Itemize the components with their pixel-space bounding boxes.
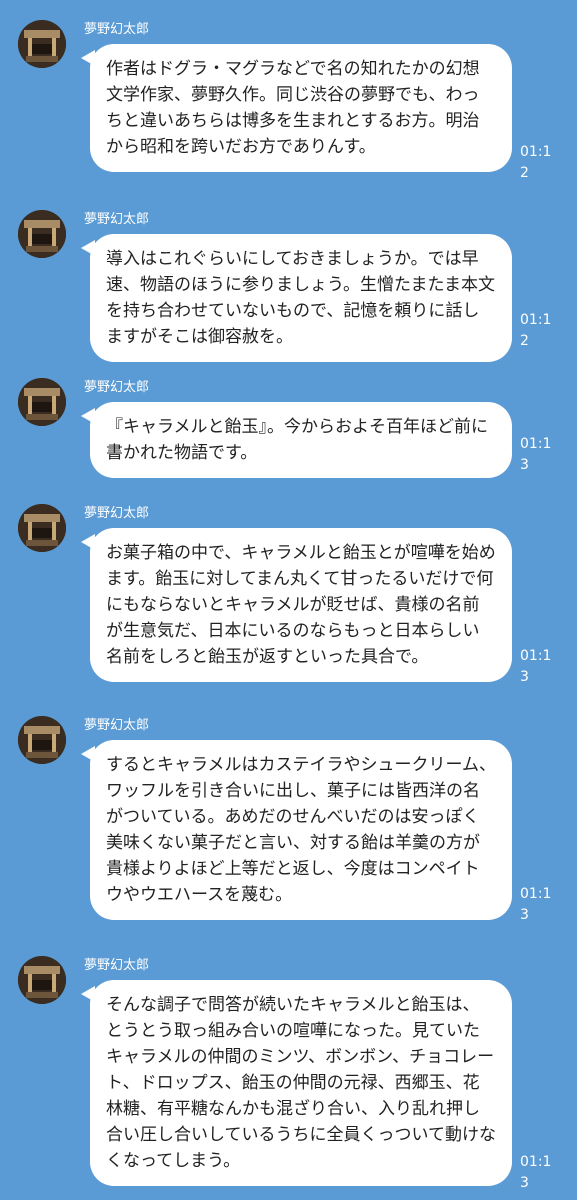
message-time: 01:13 bbox=[520, 648, 552, 685]
avatar[interactable] bbox=[18, 956, 66, 1004]
message-bubble: 『キャラメルと飴玉』。今からおよそ百年ほど前に書かれた物語です。 bbox=[81, 402, 512, 478]
message-time: 01:12 bbox=[520, 144, 552, 181]
message-time: 01:12 bbox=[520, 312, 552, 349]
message-bubble: 作者はドグラ・マグラなどで名の知れたかの幻想文学作家、夢野久作。同じ渋谷の夢野で… bbox=[81, 44, 512, 172]
message-bubble: するとキャラメルはカステイラやシュークリーム、ワッフルを引き合いに出し、菓子には… bbox=[81, 740, 512, 920]
sender-name: 夢野幻太郎 bbox=[84, 212, 150, 227]
message-time: 01:13 bbox=[520, 886, 552, 923]
sender-name: 夢野幻太郎 bbox=[84, 22, 150, 37]
message-bubble: お菓子箱の中で、キャラメルと飴玉とが喧嘩を始めます。飴玉に対してまん丸くて甘った… bbox=[81, 528, 512, 682]
message-text: 『キャラメルと飴玉』。今からおよそ百年ほど前に書かれた物語です。 bbox=[106, 417, 488, 463]
message-time: 01:13 bbox=[520, 1154, 552, 1191]
avatar-image bbox=[18, 956, 66, 1004]
avatar-image bbox=[18, 210, 66, 258]
sender-name: 夢野幻太郎 bbox=[84, 958, 150, 973]
avatar[interactable] bbox=[18, 716, 66, 764]
avatar[interactable] bbox=[18, 210, 66, 258]
message-bubble: 導入はこれぐらいにしておきましょうか。では早速、物語のほうに参りましょう。生憎た… bbox=[81, 234, 512, 362]
message-text: 導入はこれぐらいにしておきましょうか。では早速、物語のほうに参りましょう。生憎た… bbox=[106, 249, 495, 347]
avatar-image bbox=[18, 716, 66, 764]
message-text: そんな調子で問答が続いたキャラメルと飴玉は、とうとう取っ組み合いの喧嘩になった。… bbox=[106, 995, 496, 1171]
avatar[interactable] bbox=[18, 20, 66, 68]
avatar-image bbox=[18, 504, 66, 552]
sender-name: 夢野幻太郎 bbox=[84, 718, 150, 733]
sender-name: 夢野幻太郎 bbox=[84, 506, 150, 521]
avatar-image bbox=[18, 20, 66, 68]
message-time: 01:13 bbox=[520, 436, 552, 473]
message-bubble: そんな調子で問答が続いたキャラメルと飴玉は、とうとう取っ組み合いの喧嘩になった。… bbox=[81, 980, 512, 1186]
message-text: 作者はドグラ・マグラなどで名の知れたかの幻想文学作家、夢野久作。同じ渋谷の夢野で… bbox=[106, 59, 480, 157]
avatar[interactable] bbox=[18, 504, 66, 552]
message-text: お菓子箱の中で、キャラメルと飴玉とが喧嘩を始めます。飴玉に対してまん丸くて甘った… bbox=[106, 543, 496, 667]
avatar-image bbox=[18, 378, 66, 426]
avatar[interactable] bbox=[18, 378, 66, 426]
message-text: するとキャラメルはカステイラやシュークリーム、ワッフルを引き合いに出し、菓子には… bbox=[106, 755, 496, 905]
sender-name: 夢野幻太郎 bbox=[84, 380, 150, 395]
